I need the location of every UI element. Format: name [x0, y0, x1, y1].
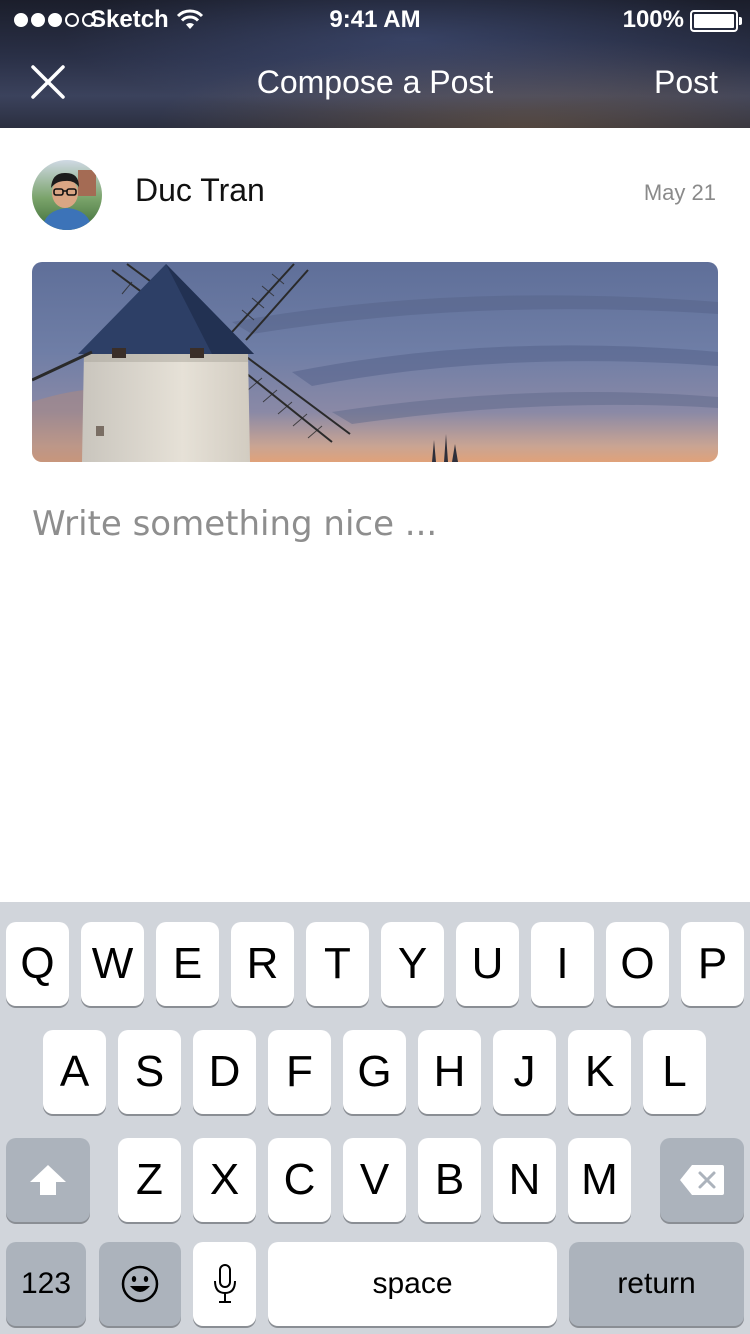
key-u[interactable]: U — [456, 922, 519, 1006]
space-key[interactable]: space — [268, 1242, 557, 1326]
key-r[interactable]: R — [231, 922, 294, 1006]
key-l[interactable]: L — [643, 1030, 706, 1114]
keyboard: Q W E R T Y U I O P A S D F G H J K L Z … — [0, 902, 750, 1334]
shift-icon — [30, 1165, 66, 1195]
key-i[interactable]: I — [531, 922, 594, 1006]
post-text-input[interactable] — [32, 496, 718, 552]
delete-icon — [680, 1165, 724, 1195]
avatar-image — [32, 160, 102, 230]
battery-percent: 100% — [622, 6, 684, 33]
status-bar: Sketch 9:41 AM 100% — [0, 0, 750, 40]
key-x[interactable]: X — [193, 1138, 256, 1222]
post-date: May 21 — [643, 180, 716, 205]
numbers-key[interactable]: 123 — [6, 1242, 86, 1326]
key-p[interactable]: P — [681, 922, 744, 1006]
delete-key[interactable] — [660, 1138, 744, 1222]
key-a[interactable]: A — [43, 1030, 106, 1114]
author-name: Duc Tran — [135, 172, 265, 208]
emoji-icon — [121, 1265, 159, 1303]
key-m[interactable]: M — [568, 1138, 631, 1222]
post-button[interactable]: Post — [654, 64, 718, 101]
page-title: Compose a Post — [256, 64, 494, 100]
key-o[interactable]: O — [606, 922, 669, 1006]
nav-header: Sketch 9:41 AM 100% Compose a Post Post — [0, 0, 750, 128]
shift-key[interactable] — [6, 1138, 90, 1222]
emoji-key[interactable] — [99, 1242, 181, 1326]
key-k[interactable]: K — [568, 1030, 631, 1114]
key-b[interactable]: B — [418, 1138, 481, 1222]
key-e[interactable]: E — [156, 922, 219, 1006]
key-q[interactable]: Q — [6, 922, 69, 1006]
post-photo[interactable] — [32, 262, 718, 462]
key-w[interactable]: W — [81, 922, 144, 1006]
key-n[interactable]: N — [493, 1138, 556, 1222]
key-s[interactable]: S — [118, 1030, 181, 1114]
windmill-image — [32, 262, 718, 462]
battery-level — [694, 14, 734, 28]
return-key[interactable]: return — [569, 1242, 744, 1326]
key-y[interactable]: Y — [381, 922, 444, 1006]
key-c[interactable]: C — [268, 1138, 331, 1222]
key-d[interactable]: D — [193, 1030, 256, 1114]
key-v[interactable]: V — [343, 1138, 406, 1222]
key-f[interactable]: F — [268, 1030, 331, 1114]
key-z[interactable]: Z — [118, 1138, 181, 1222]
key-j[interactable]: J — [493, 1030, 556, 1114]
microphone-icon — [213, 1264, 236, 1303]
battery-icon — [690, 10, 742, 32]
key-h[interactable]: H — [418, 1030, 481, 1114]
microphone-key[interactable] — [193, 1242, 256, 1326]
key-g[interactable]: G — [343, 1030, 406, 1114]
key-t[interactable]: T — [306, 922, 369, 1006]
avatar[interactable] — [32, 160, 102, 230]
